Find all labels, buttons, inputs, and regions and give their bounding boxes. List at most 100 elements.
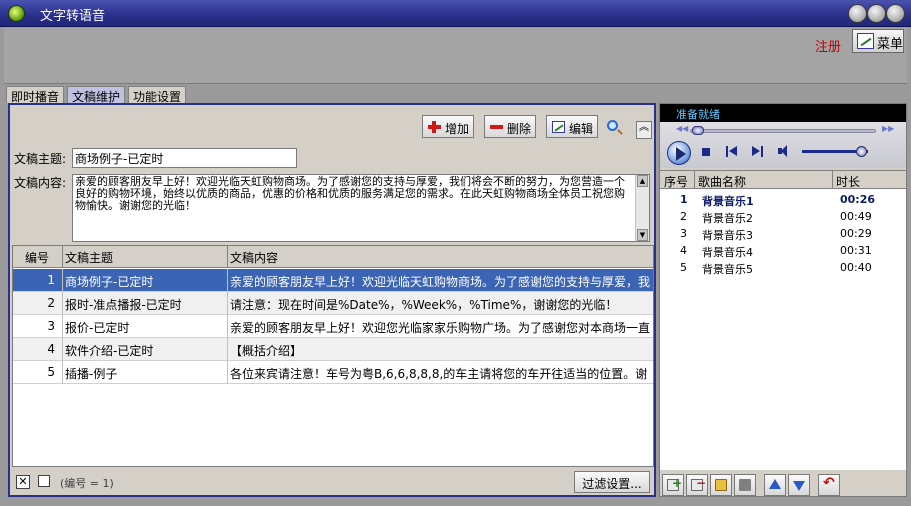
- table-row[interactable]: 2 报时-准点播报-已定时 请注意：现在时间是%Date%，%Week%，%Ti…: [13, 292, 653, 315]
- plus-icon: [428, 121, 441, 133]
- menu-icon: [857, 33, 874, 49]
- playlist-header: 序号 歌曲名称 时长: [660, 171, 906, 189]
- playlist: 序号 歌曲名称 时长 1 背景音乐1 00:26 2 背景音乐2 00:49 3…: [660, 170, 906, 470]
- subject-label: 文稿主题:: [14, 152, 67, 166]
- seek-thumb[interactable]: [692, 126, 704, 135]
- column-header-id[interactable]: 编号: [25, 249, 49, 266]
- playlist-toolbar: [660, 472, 906, 498]
- menu-label: 菜单: [877, 37, 904, 52]
- track-no: 1: [680, 193, 688, 206]
- row-subject: 软件介绍-已定时: [65, 344, 154, 358]
- row-id: 3: [47, 319, 55, 333]
- tab-instant-broadcast[interactable]: 即时播音: [6, 86, 64, 104]
- row-subject: 插播-例子: [65, 367, 118, 381]
- row-id: 1: [47, 273, 55, 287]
- column-header-subject[interactable]: 文稿主题: [65, 249, 113, 266]
- remove-song-button[interactable]: [686, 474, 708, 496]
- table-row[interactable]: 3 报价-已定时 亲爱的顾客朋友早上好！欢迎您光临家家乐购物广场。为了感谢您对本…: [13, 315, 653, 338]
- edit-button[interactable]: 编辑: [546, 115, 598, 138]
- filter-settings-button[interactable]: 过滤设置...: [574, 471, 650, 493]
- column-header-song-name[interactable]: 歌曲名称: [698, 173, 746, 190]
- content-textarea[interactable]: 亲爱的顾客朋友早上好！欢迎光临天虹购物商场。为了感谢您的支持与厚爱，我们将会不断…: [72, 174, 650, 242]
- arrow-up-icon: [769, 479, 781, 491]
- row-subject: 报价-已定时: [65, 321, 130, 335]
- app-icon: [8, 5, 25, 22]
- row-subject: 商场例子-已定时: [65, 275, 154, 289]
- arrow-down-icon: [793, 479, 805, 491]
- search-icon[interactable]: [607, 120, 618, 131]
- remove-music-icon: [691, 476, 706, 491]
- row-content: 亲爱的顾客朋友早上好！欢迎您光临家家乐购物广场。为了感谢您对本商场一直: [230, 321, 651, 335]
- rewind-icon[interactable]: ◀◀: [676, 124, 688, 133]
- minimize-button[interactable]: [848, 4, 867, 23]
- minus-icon: [490, 121, 503, 133]
- subject-input[interactable]: [72, 148, 297, 168]
- add-label: 增加: [445, 122, 470, 136]
- content-scrollbar[interactable]: ▲ ▼: [635, 175, 649, 241]
- fast-forward-icon[interactable]: ▶▶: [882, 124, 894, 133]
- maximize-button[interactable]: [867, 4, 886, 23]
- seek-bar[interactable]: [690, 129, 876, 133]
- add-button[interactable]: 增加: [422, 115, 474, 138]
- top-area: [4, 28, 907, 84]
- playlist-item[interactable]: 1 背景音乐1 00:26: [660, 191, 906, 208]
- track-duration: 00:49: [840, 210, 872, 223]
- tab-settings[interactable]: 功能设置: [128, 86, 186, 104]
- register-link[interactable]: 注册: [815, 36, 841, 55]
- edit-label: 编辑: [569, 122, 594, 136]
- table-row[interactable]: 5 插播-例子 各位来宾请注意！车号为粤B,6,6,8,8,8,的车主请将您的车…: [13, 361, 653, 384]
- row-content: 亲爱的顾客朋友早上好！欢迎光临天虹购物商场。为了感谢您的支持与厚爱，我: [230, 275, 651, 289]
- row-subject: 报时-准点播报-已定时: [65, 298, 182, 312]
- undo-button[interactable]: [818, 474, 840, 496]
- table-row[interactable]: 1 商场例子-已定时 亲爱的顾客朋友早上好！欢迎光临天虹购物商场。为了感谢您的支…: [13, 269, 653, 292]
- column-header-duration[interactable]: 时长: [836, 173, 860, 190]
- track-duration: 00:31: [840, 244, 872, 257]
- undo-icon: [823, 475, 835, 491]
- title-bar[interactable]: 文字转语音: [0, 0, 911, 27]
- delete-button[interactable]: 删除: [484, 115, 536, 138]
- collapse-button[interactable]: ︽: [636, 121, 652, 139]
- play-button[interactable]: [667, 141, 691, 165]
- move-up-button[interactable]: [764, 474, 786, 496]
- menu-button[interactable]: 菜单: [852, 29, 904, 53]
- track-name: 背景音乐3: [702, 229, 753, 242]
- scroll-down-arrow[interactable]: ▼: [637, 229, 648, 241]
- track-no: 2: [680, 210, 687, 223]
- playlist-item[interactable]: 3 背景音乐3 00:29: [660, 225, 906, 242]
- filter-status: (编号 = 1): [60, 477, 114, 490]
- track-duration: 00:26: [840, 193, 876, 206]
- table-row[interactable]: 4 软件介绍-已定时 【概括介绍】: [13, 338, 653, 361]
- trash-icon: [739, 479, 751, 491]
- filter-bar: ✕ (编号 = 1) 过滤设置...: [12, 469, 654, 495]
- delete-label: 删除: [507, 122, 532, 136]
- add-music-icon: [667, 476, 682, 491]
- column-header-no[interactable]: 序号: [664, 173, 688, 190]
- playlist-item[interactable]: 2 背景音乐2 00:49: [660, 208, 906, 225]
- previous-track-button[interactable]: [726, 146, 738, 157]
- close-button[interactable]: [886, 4, 905, 23]
- playlist-item[interactable]: 5 背景音乐5 00:40: [660, 259, 906, 276]
- media-player: 准备就绪 ◀◀ ▶▶: [660, 104, 906, 168]
- add-folder-button[interactable]: [710, 474, 732, 496]
- track-name: 背景音乐2: [702, 212, 753, 225]
- row-content: 请注意：现在时间是%Date%，%Week%，%Time%，谢谢您的光临！: [230, 298, 618, 312]
- volume-icon[interactable]: [778, 145, 794, 158]
- column-header-content[interactable]: 文稿内容: [230, 249, 278, 266]
- stop-button[interactable]: [702, 148, 710, 156]
- tab-script-maintenance[interactable]: 文稿维护: [67, 86, 125, 104]
- clear-filter-icon[interactable]: ✕: [16, 475, 30, 489]
- next-track-button[interactable]: [752, 146, 764, 157]
- scroll-up-arrow[interactable]: ▲: [637, 175, 648, 187]
- clear-list-button[interactable]: [734, 474, 756, 496]
- row-id: 4: [47, 342, 55, 356]
- volume-thumb[interactable]: [856, 146, 867, 157]
- filter-checkbox[interactable]: [38, 475, 50, 487]
- music-panel: 准备就绪 ◀◀ ▶▶ 序号 歌曲名称 时长 1 背景音乐1 00:26 2 背景…: [659, 103, 907, 497]
- content-label: 文稿内容:: [14, 176, 67, 190]
- playlist-item[interactable]: 4 背景音乐4 00:31: [660, 242, 906, 259]
- move-down-button[interactable]: [788, 474, 810, 496]
- add-song-button[interactable]: [662, 474, 684, 496]
- track-name: 背景音乐4: [702, 246, 753, 259]
- track-name: 背景音乐1: [702, 195, 754, 208]
- track-no: 5: [680, 261, 687, 274]
